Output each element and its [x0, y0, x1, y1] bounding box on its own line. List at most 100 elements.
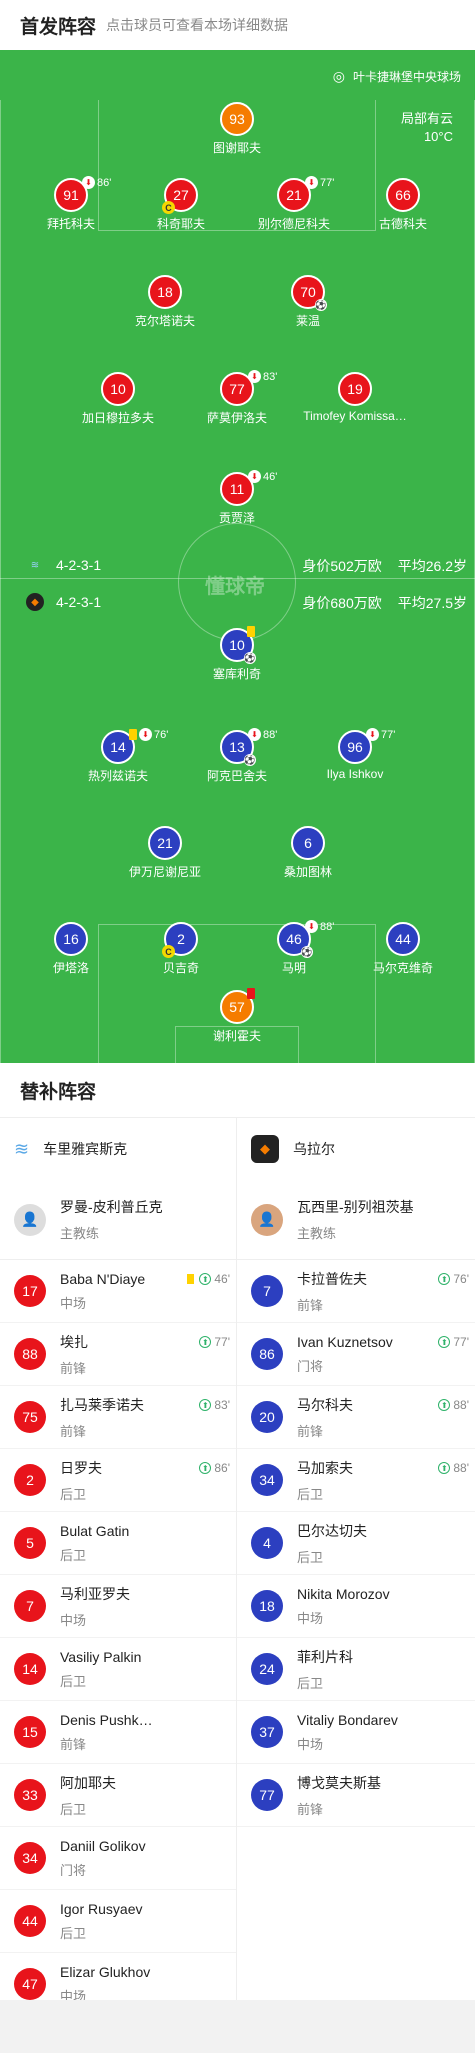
player-position: 前锋 [60, 1360, 87, 1376]
home-team-row[interactable]: ≋ 车里雅宾斯克 [0, 1118, 236, 1180]
coach-avatar-icon: 👤 [14, 1203, 46, 1236]
away-player-44[interactable]: 44 马尔克维奇 [338, 922, 468, 976]
sub-player-row[interactable]: 7 卡拉普佐夫 前锋 ⬆ 76' [237, 1260, 475, 1323]
player-name: Daniil Golikov [60, 1837, 146, 1854]
player-name: Baba N'Diaye [60, 1270, 146, 1287]
captain-badge-icon: C [162, 201, 175, 214]
away-player-2[interactable]: 2C 贝吉奇 [116, 922, 246, 976]
sub-player-row[interactable]: 88 埃扎前锋 ⬆ 77' [0, 1323, 236, 1386]
away-player-10[interactable]: 10 ⚽ 塞库利奇 [172, 626, 302, 682]
player-name: 埃扎 [60, 1333, 88, 1350]
home-player-18[interactable]: 18 克尔塔诺夫 [100, 275, 230, 329]
sub-player-row[interactable]: 2 日罗夫 后卫 ⬆ 86' [0, 1449, 236, 1512]
away-coach[interactable]: 👤 瓦西里-别列祖茨基 主教练 [237, 1180, 475, 1260]
away-player-57[interactable]: 57 谢利霍夫 [172, 988, 302, 1044]
sub-on-marker: ⬆ 83' [199, 1398, 230, 1412]
home-player-70[interactable]: 70 ⚽ 莱温 [243, 275, 373, 329]
away-player-14[interactable]: 14 ⬇ 76' 热列兹诺夫 [53, 728, 183, 784]
player-position: 后卫 [297, 1549, 324, 1565]
sub-player-row[interactable]: 77 博戈莫夫斯基 前锋 [237, 1764, 475, 1827]
sub-player-row[interactable]: 14 Vasiliy Palkin 后卫 [0, 1638, 236, 1701]
away-player-96[interactable]: 96 ⬇ 77' Ilya Ishkov [290, 728, 420, 781]
sub-player-row[interactable]: 34 Daniil Golikov 门将 [0, 1827, 236, 1890]
sub-in-icon: ⬆ [438, 1336, 451, 1348]
home-subs-column: ≋ 车里雅宾斯克 👤 罗曼-皮利普丘克 主教练 17 Baba N'Diaye 中场 ⬆… [0, 1118, 237, 2016]
home-player-10[interactable]: 10 加日穆拉多夫 [53, 372, 183, 426]
player-name: Elizar Glukhov [60, 1963, 151, 1980]
sub-on-marker: ⬆ 76' [438, 1272, 469, 1286]
away-player-6[interactable]: 6 桑加图林 [243, 826, 373, 880]
sub-player-row[interactable]: 20 马尔科夫 前锋 ⬆ 88' [237, 1386, 475, 1449]
sub-player-row[interactable]: 44 Igor Rusyaev 后卫 [0, 1890, 236, 1953]
jersey-number: 34 [251, 1464, 283, 1496]
sub-player-row[interactable]: 18 Nikita Morozov 中场 [237, 1575, 475, 1638]
sub-in-icon: ⬆ [199, 1336, 212, 1348]
sub-in-icon: ⬆ [199, 1273, 212, 1285]
sub-player-row[interactable]: 24 菲利片科 后卫 [237, 1638, 475, 1701]
sub-on-marker: ⬆ 77' [438, 1335, 469, 1349]
away-team-row[interactable]: ◆ 乌拉尔 [237, 1118, 475, 1180]
jersey-number: 44 [14, 1905, 46, 1937]
sub-player-row[interactable]: 17 Baba N'Diaye 中场 ⬆ 46' [0, 1260, 236, 1323]
sub-on-marker: ⬆ 77' [199, 1335, 230, 1349]
home-coach[interactable]: 👤 罗曼-皮利普丘克 主教练 [0, 1180, 236, 1260]
sub-on-marker: ⬆ 46' [187, 1272, 230, 1286]
pitch: ◎ 叶卡捷琳堡中央球场 局部有云 10°C 93 图谢耶夫 91 ⬇ 86' 拜托… [0, 50, 475, 1063]
coach-avatar-icon: 👤 [251, 1203, 283, 1236]
player-position: 前锋 [60, 1736, 87, 1752]
player-position: 后卫 [60, 1801, 87, 1817]
player-position: 中场 [60, 1612, 87, 1628]
sub-player-row[interactable]: 5 Bulat Gatin 后卫 [0, 1512, 236, 1575]
sub-player-row[interactable]: 75 扎马莱季诺夫 前锋 ⬆ 83' [0, 1386, 236, 1449]
away-player-21[interactable]: 21 伊万尼谢尼亚 [100, 826, 230, 880]
sub-player-row[interactable]: 7 马利亚罗夫 中场 [0, 1575, 236, 1638]
sub-player-row[interactable]: 86 Ivan Kuznetsov 门将 ⬆ 77' [237, 1323, 475, 1386]
sub-out-icon: ⬇ [305, 920, 318, 933]
jersey-number: 47 [14, 1968, 46, 2000]
sub-out-icon: ⬇ [305, 176, 318, 189]
player-position: 后卫 [60, 1547, 87, 1563]
sub-player-row[interactable]: 37 Vitaliy Bondarev 中场 [237, 1701, 475, 1764]
goal-ball-icon: ⚽ [244, 652, 256, 664]
home-player-11[interactable]: 11 ⬇ 46' 贡贾泽 [172, 470, 302, 526]
jersey-number: 5 [14, 1527, 46, 1559]
sub-off-marker: ⬇ 83' [248, 370, 277, 383]
sub-player-row[interactable]: 15 Denis Pushk… 前锋 [0, 1701, 236, 1764]
goal-ball-icon: ⚽ [244, 754, 256, 766]
player-name: Vitaliy Bondarev [297, 1711, 398, 1728]
goal-ball-icon: ⚽ [315, 299, 327, 311]
jersey-number: 20 [251, 1401, 283, 1433]
jersey-number: 37 [251, 1716, 283, 1748]
sub-off-marker: ⬇ 46' [248, 470, 277, 483]
sub-player-row[interactable]: 4 巴尔达切夫 后卫 [237, 1512, 475, 1575]
away-subs-column: ◆ 乌拉尔 👤 瓦西里-别列祖茨基 主教练 7 卡拉普佐夫 前锋 ⬆ 76' 86 Ivan … [237, 1118, 475, 2000]
sub-off-marker: ⬇ 88' [248, 728, 277, 741]
sub-out-icon: ⬇ [248, 470, 261, 483]
home-player-77[interactable]: 77 ⬇ 83' 萨莫伊洛夫 [172, 370, 302, 426]
sub-off-marker: ⬇ 77' [366, 728, 395, 741]
player-name: 马加索夫 [297, 1459, 353, 1476]
home-player-19[interactable]: 19 Timofey Komissa… [290, 372, 420, 423]
home-player-66[interactable]: 66 古德科夫 [338, 178, 468, 232]
away-team-logo-icon: ◆ [251, 1135, 279, 1163]
home-player-93[interactable]: 93 图谢耶夫 [172, 102, 302, 156]
player-position: 前锋 [297, 1423, 324, 1439]
jersey-number: 17 [14, 1275, 46, 1307]
player-name: 扎马莱季诺夫 [60, 1396, 144, 1413]
sub-player-row[interactable]: 34 马加索夫 后卫 ⬆ 88' [237, 1449, 475, 1512]
sub-player-row[interactable]: 33 阿加耶夫 后卫 [0, 1764, 236, 1827]
player-name: Ivan Kuznetsov [297, 1333, 393, 1350]
player-position: 门将 [297, 1358, 324, 1374]
jersey-number: 88 [14, 1338, 46, 1370]
player-position: 后卫 [297, 1486, 324, 1502]
away-player-13[interactable]: 13 ⚽ ⬇ 88' 阿克巴舍夫 [172, 728, 302, 784]
home-player-27[interactable]: 27 C 科奇耶夫 [116, 178, 246, 232]
player-position: 前锋 [60, 1423, 87, 1439]
player-name: Igor Rusyaev [60, 1900, 143, 1917]
sub-off-marker: ⬇ 77' [305, 176, 334, 189]
player-name: Nikita Morozov [297, 1585, 390, 1602]
jersey-number: 77 [251, 1779, 283, 1811]
sub-in-icon: ⬆ [199, 1462, 212, 1474]
page-subtitle: 点击球员可查看本场详细数据 [106, 17, 289, 33]
yellow-card-icon [187, 1274, 195, 1284]
